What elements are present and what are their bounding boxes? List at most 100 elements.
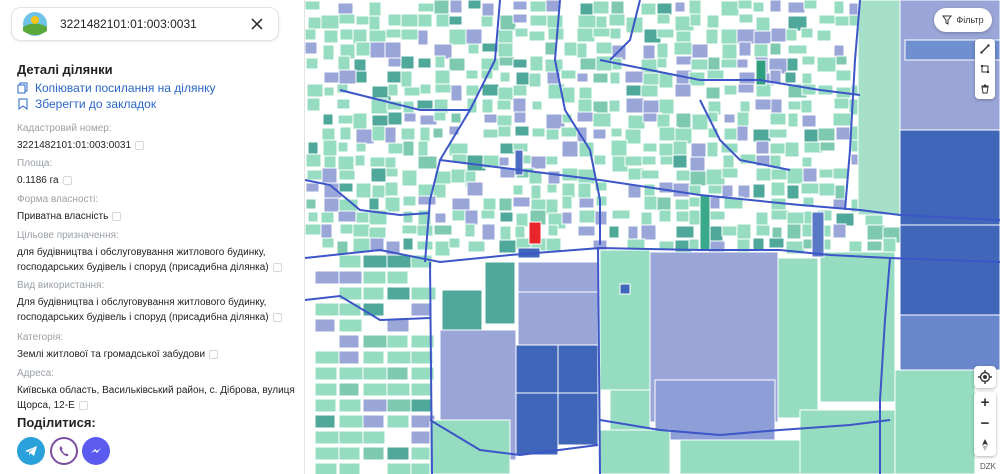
land-parcel[interactable] [706, 69, 725, 80]
land-parcel[interactable] [736, 111, 750, 127]
land-parcel[interactable] [769, 142, 787, 155]
land-parcel[interactable] [738, 41, 752, 57]
land-parcel[interactable] [723, 127, 738, 141]
land-parcel[interactable] [339, 28, 355, 41]
land-parcel[interactable] [497, 86, 515, 102]
land-parcel[interactable] [736, 223, 752, 241]
land-parcel[interactable] [625, 97, 645, 114]
zoom-out-button[interactable]: − [974, 413, 996, 434]
area-tool-button[interactable] [975, 59, 995, 79]
land-parcel[interactable] [362, 270, 387, 285]
land-parcel[interactable] [817, 127, 836, 142]
land-parcel[interactable] [899, 129, 1000, 226]
land-parcel[interactable] [314, 366, 338, 381]
land-parcel[interactable] [305, 198, 317, 210]
land-parcel[interactable] [368, 1, 382, 17]
land-parcel[interactable] [707, 210, 726, 221]
land-parcel[interactable] [304, 41, 318, 55]
land-parcel[interactable] [801, 223, 814, 238]
land-parcel[interactable] [656, 2, 673, 16]
land-parcel[interactable] [675, 112, 692, 129]
land-parcel[interactable] [546, 183, 558, 194]
land-parcel[interactable] [323, 29, 339, 44]
land-parcel[interactable] [754, 98, 773, 111]
land-parcel[interactable] [514, 149, 524, 176]
land-parcel[interactable] [434, 55, 446, 69]
land-parcel[interactable] [786, 184, 800, 200]
land-parcel[interactable] [496, 99, 512, 111]
land-parcel[interactable] [656, 42, 669, 59]
land-parcel[interactable] [818, 168, 835, 179]
land-parcel[interactable] [481, 98, 494, 114]
copy-icon[interactable] [112, 211, 122, 221]
land-parcel[interactable] [787, 44, 808, 55]
land-parcel[interactable] [337, 2, 354, 16]
land-parcel[interactable] [497, 29, 514, 44]
land-parcel[interactable] [545, 0, 561, 13]
land-parcel[interactable] [321, 237, 335, 249]
land-parcel[interactable] [467, 43, 480, 55]
land-parcel[interactable] [355, 15, 370, 26]
land-parcel[interactable] [362, 366, 388, 381]
land-parcel[interactable] [515, 392, 559, 456]
land-parcel[interactable] [410, 398, 433, 413]
land-parcel[interactable] [800, 99, 813, 114]
land-parcel[interactable] [517, 261, 599, 293]
land-parcel[interactable] [642, 142, 658, 153]
land-parcel[interactable] [481, 2, 495, 17]
land-parcel[interactable] [563, 41, 579, 57]
land-parcel[interactable] [480, 209, 496, 220]
land-parcel[interactable] [465, 69, 479, 80]
land-parcel[interactable] [625, 84, 642, 97]
land-parcel[interactable] [755, 16, 771, 32]
land-parcel[interactable] [386, 366, 409, 381]
land-parcel[interactable] [619, 283, 631, 295]
land-parcel[interactable] [753, 30, 773, 45]
land-parcel[interactable] [362, 398, 388, 413]
land-parcel[interactable] [338, 318, 363, 333]
land-parcel[interactable] [337, 155, 355, 171]
land-parcel[interactable] [416, 240, 434, 251]
land-parcel[interactable] [737, 83, 755, 94]
land-parcel[interactable] [387, 83, 399, 97]
land-parcel[interactable] [410, 350, 434, 365]
land-parcel[interactable] [769, 42, 782, 56]
land-parcel[interactable] [721, 167, 739, 179]
land-parcel[interactable] [641, 155, 657, 166]
land-parcel[interactable] [314, 350, 341, 365]
land-parcel[interactable] [307, 211, 319, 223]
land-parcel[interactable] [410, 286, 437, 301]
land-parcel[interactable] [579, 57, 599, 71]
land-parcel[interactable] [433, 224, 453, 236]
land-parcel[interactable] [529, 14, 550, 27]
land-parcel[interactable] [464, 209, 479, 226]
land-parcel[interactable] [723, 84, 738, 96]
land-parcel[interactable] [752, 1, 765, 13]
land-parcel[interactable] [386, 398, 413, 413]
land-parcel[interactable] [530, 184, 542, 200]
land-parcel[interactable] [338, 398, 362, 413]
land-parcel[interactable] [770, 27, 789, 43]
copy-link-button[interactable]: Копіювати посилання на ділянку [17, 81, 215, 95]
land-parcel[interactable] [434, 69, 451, 85]
land-parcel[interactable] [498, 239, 517, 254]
land-parcel[interactable] [738, 13, 754, 24]
land-parcel[interactable] [338, 366, 365, 381]
land-parcel[interactable] [592, 112, 612, 128]
land-parcel[interactable] [529, 55, 544, 72]
land-parcel[interactable] [784, 141, 800, 158]
land-parcel[interactable] [410, 462, 432, 474]
land-parcel[interactable] [640, 211, 653, 227]
land-parcel[interactable] [801, 55, 816, 66]
land-parcel[interactable] [338, 302, 362, 317]
land-parcel[interactable] [561, 195, 573, 210]
land-parcel[interactable] [451, 197, 471, 211]
land-parcel[interactable] [899, 224, 1000, 316]
land-parcel[interactable] [818, 14, 836, 25]
land-parcel[interactable] [354, 154, 366, 167]
land-parcel[interactable] [386, 446, 410, 461]
land-parcel[interactable] [512, 84, 528, 97]
land-parcel[interactable] [818, 182, 836, 197]
land-parcel[interactable] [417, 29, 429, 46]
land-parcel[interactable] [705, 28, 719, 45]
